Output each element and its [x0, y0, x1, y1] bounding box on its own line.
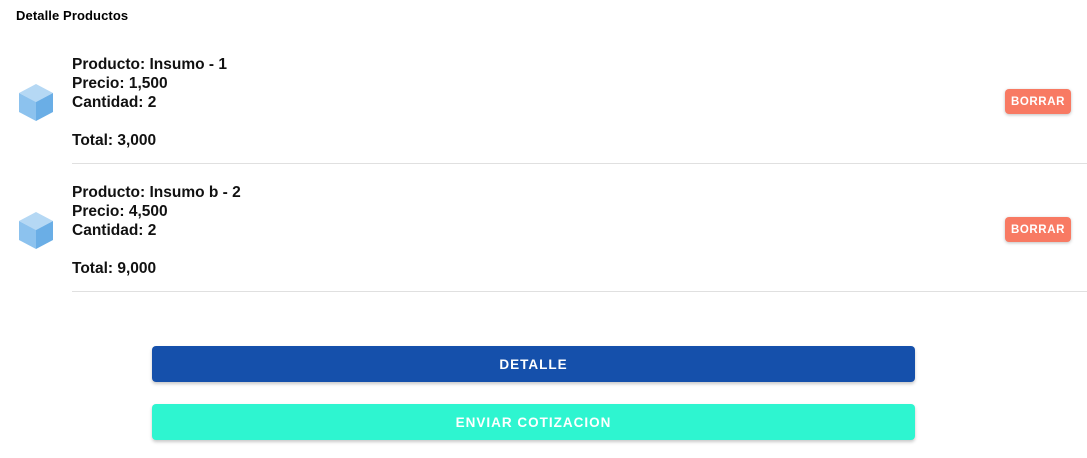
list-item: Producto: Insumo b - 2 Precio: 4,500 Can…: [0, 164, 1087, 292]
cube-icon: [19, 212, 53, 249]
delete-button[interactable]: BORRAR: [1005, 217, 1071, 242]
product-details: Producto: Insumo - 1 Precio: 1,500 Canti…: [72, 55, 227, 150]
delete-button[interactable]: BORRAR: [1005, 89, 1071, 114]
divider: [72, 291, 1087, 292]
product-quantity: Cantidad: 2: [72, 94, 157, 111]
product-details: Producto: Insumo b - 2 Precio: 4,500 Can…: [72, 183, 241, 278]
product-list: Producto: Insumo - 1 Precio: 1,500 Canti…: [0, 36, 1087, 292]
product-name: Producto: Insumo - 1: [72, 56, 227, 73]
page: Detalle Productos Producto: Insumo - 1 P…: [0, 0, 1087, 458]
product-price: Precio: 4,500: [72, 203, 168, 220]
section-title: Detalle Productos: [16, 8, 129, 23]
product-name: Producto: Insumo b - 2: [72, 184, 241, 201]
detail-button[interactable]: DETALLE: [152, 346, 915, 382]
product-price: Precio: 1,500: [72, 75, 168, 92]
product-total: Total: 9,000: [72, 260, 157, 277]
product-quantity: Cantidad: 2: [72, 222, 157, 239]
cube-icon: [19, 84, 53, 121]
product-total: Total: 3,000: [72, 132, 157, 149]
list-item: Producto: Insumo - 1 Precio: 1,500 Canti…: [0, 36, 1087, 164]
send-quote-button[interactable]: ENVIAR COTIZACION: [152, 404, 915, 440]
